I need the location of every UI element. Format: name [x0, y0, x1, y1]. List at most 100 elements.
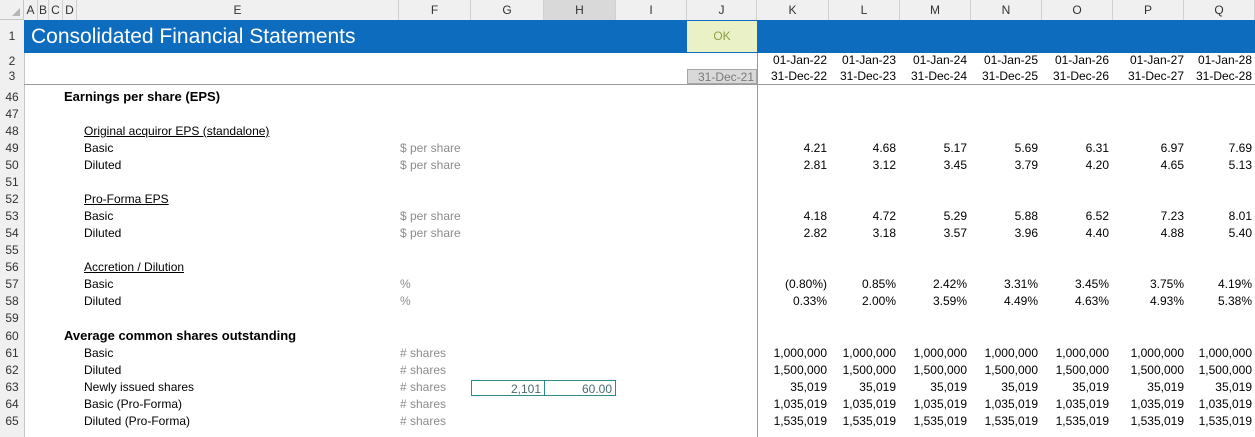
- period-end-5[interactable]: 31-Dec-27: [1113, 68, 1184, 85]
- subsection-heading-r56[interactable]: Accretion / Dilution: [84, 259, 184, 276]
- column-header-g[interactable]: G: [471, 0, 544, 20]
- subsection-heading-r48[interactable]: Original acquiror EPS (standalone): [84, 123, 269, 140]
- value-r53-0[interactable]: 4.18: [757, 208, 827, 225]
- value-r65-5[interactable]: 1,535,019: [1113, 413, 1184, 430]
- row-label-r50[interactable]: Diluted: [84, 157, 121, 174]
- value-r62-1[interactable]: 1,500,000: [829, 362, 896, 379]
- value-r54-4[interactable]: 4.40: [1042, 225, 1109, 242]
- column-header-a[interactable]: A: [24, 0, 38, 20]
- unit-label-r54[interactable]: $ per share: [400, 225, 461, 242]
- row-header-58[interactable]: 58: [0, 293, 24, 310]
- value-r58-3[interactable]: 4.49%: [971, 293, 1038, 310]
- column-header-o[interactable]: O: [1042, 0, 1113, 20]
- row-header-60[interactable]: 60: [0, 327, 24, 345]
- period-start-0[interactable]: 01-Jan-22: [757, 52, 827, 69]
- value-r64-0[interactable]: 1,035,019: [757, 396, 827, 413]
- value-r61-3[interactable]: 1,000,000: [971, 345, 1038, 362]
- row-header-3[interactable]: 3: [0, 69, 24, 84]
- value-r63-0[interactable]: 35,019: [757, 379, 827, 396]
- value-r54-2[interactable]: 3.57: [900, 225, 967, 242]
- row-header-49[interactable]: 49: [0, 140, 24, 157]
- value-r62-6[interactable]: 1,500,000: [1184, 362, 1252, 379]
- value-r62-3[interactable]: 1,500,000: [971, 362, 1038, 379]
- row-header-53[interactable]: 53: [0, 208, 24, 225]
- row-label-r61[interactable]: Basic: [84, 345, 113, 362]
- period-start-2[interactable]: 01-Jan-24: [900, 52, 967, 69]
- row-label-r57[interactable]: Basic: [84, 276, 113, 293]
- value-r58-1[interactable]: 2.00%: [829, 293, 896, 310]
- row-header-61[interactable]: 61: [0, 345, 24, 362]
- subsection-heading-r52[interactable]: Pro-Forma EPS: [84, 191, 169, 208]
- select-all-corner[interactable]: [0, 0, 24, 20]
- unit-label-r57[interactable]: %: [400, 276, 411, 293]
- period-start-6[interactable]: 01-Jan-28: [1184, 52, 1252, 69]
- period-end-1[interactable]: 31-Dec-23: [829, 68, 896, 85]
- value-r49-0[interactable]: 4.21: [757, 140, 827, 157]
- unit-label-r49[interactable]: $ per share: [400, 140, 461, 157]
- value-r49-4[interactable]: 6.31: [1042, 140, 1109, 157]
- value-r49-3[interactable]: 5.69: [971, 140, 1038, 157]
- value-r61-1[interactable]: 1,000,000: [829, 345, 896, 362]
- value-r53-4[interactable]: 6.52: [1042, 208, 1109, 225]
- value-r57-1[interactable]: 0.85%: [829, 276, 896, 293]
- value-r50-5[interactable]: 4.65: [1113, 157, 1184, 174]
- period-start-3[interactable]: 01-Jan-25: [971, 52, 1038, 69]
- value-r53-1[interactable]: 4.72: [829, 208, 896, 225]
- row-header-55[interactable]: 55: [0, 242, 24, 259]
- row-label-r54[interactable]: Diluted: [84, 225, 121, 242]
- value-r63-5[interactable]: 35,019: [1113, 379, 1184, 396]
- period-start-4[interactable]: 01-Jan-26: [1042, 52, 1109, 69]
- prior-period-end-cell[interactable]: 31-Dec-21: [687, 69, 757, 84]
- value-r65-4[interactable]: 1,535,019: [1042, 413, 1109, 430]
- row-header-56[interactable]: 56: [0, 259, 24, 276]
- column-header-h[interactable]: H: [544, 0, 616, 20]
- value-r63-2[interactable]: 35,019: [900, 379, 967, 396]
- value-r62-5[interactable]: 1,500,000: [1113, 362, 1184, 379]
- value-r57-6[interactable]: 4.19%: [1184, 276, 1252, 293]
- value-r54-5[interactable]: 4.88: [1113, 225, 1184, 242]
- value-r64-3[interactable]: 1,035,019: [971, 396, 1038, 413]
- value-r58-2[interactable]: 3.59%: [900, 293, 967, 310]
- check-ok-cell[interactable]: OK: [687, 21, 757, 52]
- value-r50-6[interactable]: 5.13: [1184, 157, 1252, 174]
- value-r65-6[interactable]: 1,535,019: [1184, 413, 1252, 430]
- value-r50-2[interactable]: 3.45: [900, 157, 967, 174]
- unit-label-r58[interactable]: %: [400, 293, 411, 310]
- value-r54-0[interactable]: 2.82: [757, 225, 827, 242]
- row-header-65[interactable]: 65: [0, 413, 24, 430]
- value-r64-2[interactable]: 1,035,019: [900, 396, 967, 413]
- value-r50-3[interactable]: 3.79: [971, 157, 1038, 174]
- value-r49-5[interactable]: 6.97: [1113, 140, 1184, 157]
- value-r61-4[interactable]: 1,000,000: [1042, 345, 1109, 362]
- value-r58-5[interactable]: 4.93%: [1113, 293, 1184, 310]
- period-start-1[interactable]: 01-Jan-23: [829, 52, 896, 69]
- row-header-50[interactable]: 50: [0, 157, 24, 174]
- value-r58-0[interactable]: 0.33%: [757, 293, 827, 310]
- row-header-59[interactable]: 59: [0, 310, 24, 327]
- input-cell-h63[interactable]: 60.00: [544, 380, 616, 396]
- column-header-q[interactable]: Q: [1184, 0, 1255, 20]
- value-r57-2[interactable]: 2.42%: [900, 276, 967, 293]
- value-r61-6[interactable]: 1,000,000: [1184, 345, 1252, 362]
- value-r65-3[interactable]: 1,535,019: [971, 413, 1038, 430]
- value-r53-6[interactable]: 8.01: [1184, 208, 1252, 225]
- row-label-r49[interactable]: Basic: [84, 140, 113, 157]
- value-r62-2[interactable]: 1,500,000: [900, 362, 967, 379]
- section-heading-r46[interactable]: Earnings per share (EPS): [64, 88, 220, 105]
- value-r54-3[interactable]: 3.96: [971, 225, 1038, 242]
- value-r58-6[interactable]: 5.38%: [1184, 293, 1252, 310]
- period-end-2[interactable]: 31-Dec-24: [900, 68, 967, 85]
- column-header-l[interactable]: L: [829, 0, 900, 20]
- row-label-r62[interactable]: Diluted: [84, 362, 121, 379]
- column-header-p[interactable]: P: [1113, 0, 1184, 20]
- row-label-r64[interactable]: Basic (Pro-Forma): [84, 396, 182, 413]
- period-start-5[interactable]: 01-Jan-27: [1113, 52, 1184, 69]
- row-label-r63[interactable]: Newly issued shares: [84, 379, 194, 396]
- value-r63-1[interactable]: 35,019: [829, 379, 896, 396]
- unit-label-r62[interactable]: # shares: [400, 362, 446, 379]
- value-r53-5[interactable]: 7.23: [1113, 208, 1184, 225]
- column-header-d[interactable]: D: [63, 0, 77, 20]
- value-r49-6[interactable]: 7.69: [1184, 140, 1252, 157]
- value-r63-6[interactable]: 35,019: [1184, 379, 1252, 396]
- period-end-6[interactable]: 31-Dec-28: [1184, 68, 1252, 85]
